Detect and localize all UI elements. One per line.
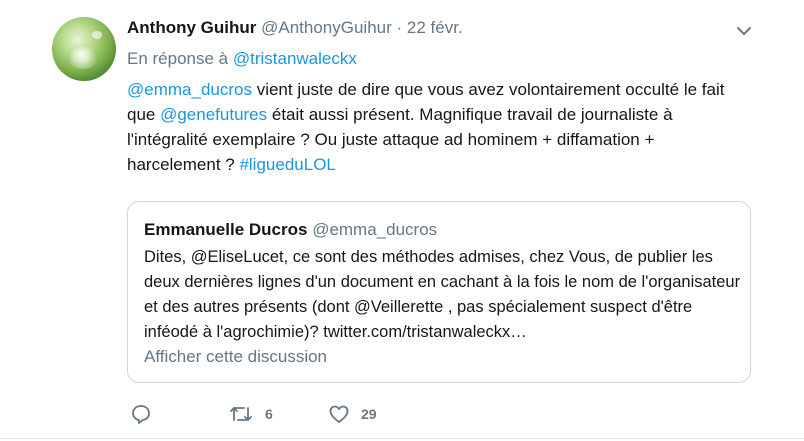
reply-prefix: En réponse à bbox=[127, 49, 233, 68]
reply-icon bbox=[130, 403, 152, 425]
reply-handle-link[interactable]: @tristanwaleckx bbox=[233, 49, 357, 68]
mention-link[interactable]: @genefutures bbox=[160, 105, 267, 124]
like-count: 29 bbox=[361, 406, 377, 422]
heart-icon bbox=[328, 403, 350, 425]
avatar-water-drop bbox=[68, 47, 98, 69]
quoted-tweet-header: Emmanuelle Ducros @emma_ducros bbox=[144, 220, 437, 240]
quoted-author-fullname: Emmanuelle Ducros bbox=[144, 220, 308, 239]
separator-dot: · bbox=[396, 18, 403, 37]
quoted-tweet[interactable]: Emmanuelle Ducros @emma_ducros Dites, @E… bbox=[127, 201, 751, 383]
avatar[interactable] bbox=[52, 17, 116, 81]
author-handle[interactable]: @AnthonyGuihur bbox=[261, 18, 392, 37]
tweet-timestamp[interactable]: 22 févr. bbox=[407, 18, 463, 37]
retweet-button[interactable]: 6 bbox=[228, 401, 273, 427]
retweet-count: 6 bbox=[265, 406, 273, 422]
mention-link[interactable]: @emma_ducros bbox=[127, 80, 252, 99]
hashtag-link[interactable]: #ligueduLOL bbox=[239, 155, 335, 174]
reply-context: En réponse à @tristanwaleckx bbox=[127, 49, 357, 69]
chevron-down-icon[interactable] bbox=[735, 24, 753, 38]
author-fullname[interactable]: Anthony Guihur bbox=[127, 18, 256, 37]
tweet[interactable]: Anthony Guihur @AnthonyGuihur · 22 févr.… bbox=[0, 0, 804, 441]
reply-button[interactable] bbox=[130, 401, 152, 427]
show-thread-link[interactable]: Afficher cette discussion bbox=[144, 347, 327, 367]
retweet-icon bbox=[228, 403, 254, 425]
like-button[interactable]: 29 bbox=[328, 401, 377, 427]
avatar-highlight bbox=[92, 31, 102, 39]
tweet-header: Anthony Guihur @AnthonyGuihur · 22 févr. bbox=[127, 18, 463, 38]
quoted-tweet-text: Dites, @EliseLucet, ce sont des méthodes… bbox=[144, 248, 741, 341]
divider bbox=[0, 438, 804, 439]
tweet-text: @emma_ducros vient juste de dire que vou… bbox=[127, 77, 727, 177]
quoted-author-handle: @emma_ducros bbox=[312, 220, 438, 239]
